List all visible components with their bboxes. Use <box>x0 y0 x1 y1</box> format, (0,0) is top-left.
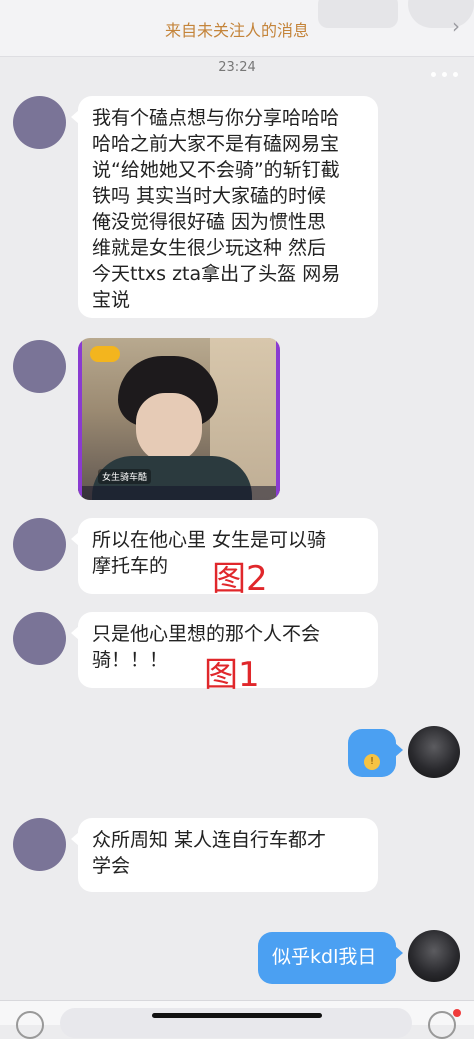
my-emoji-bubble[interactable]: ! <box>348 729 403 777</box>
sender-avatar[interactable] <box>13 612 66 665</box>
my-avatar[interactable] <box>408 930 460 982</box>
more-dots-icon[interactable] <box>431 72 458 77</box>
image-caption: 女生骑车酷 <box>98 469 152 484</box>
annotation-fig1: 图1 <box>204 655 260 695</box>
top-notification-bar[interactable]: 来自未关注人的消息 › <box>0 0 474 57</box>
tv-logo <box>90 346 120 362</box>
surprised-emoji-icon: ! <box>364 754 380 770</box>
chevron-right-icon[interactable]: › <box>452 14 460 38</box>
notification-dot <box>453 1009 461 1017</box>
sender-avatar[interactable] <box>13 818 66 871</box>
my-avatar[interactable] <box>408 726 460 778</box>
message-bubble-6[interactable]: 众所周知 某人连自行车都才 学会 <box>71 818 378 892</box>
home-indicator <box>152 1013 322 1018</box>
sender-avatar[interactable] <box>13 340 66 393</box>
message-image[interactable]: 女生骑车酷 <box>78 338 280 500</box>
message-timestamp: 23:24 <box>218 60 256 75</box>
message-bubble-1[interactable]: 我有个磕点想与你分享哈哈哈 哈哈之前大家不是有磕网易宝 说“给她她又不会骑”的斩… <box>71 96 378 318</box>
unfollowed-messages-title: 来自未关注人的消息 <box>164 21 309 40</box>
annotation-fig2: 图2 <box>212 559 268 599</box>
sender-avatar[interactable] <box>13 96 66 149</box>
sender-avatar[interactable] <box>13 518 66 571</box>
add-icon[interactable] <box>428 1011 456 1039</box>
my-text-bubble[interactable]: 似乎kdl我日 <box>258 932 403 984</box>
voice-icon[interactable] <box>16 1011 44 1039</box>
